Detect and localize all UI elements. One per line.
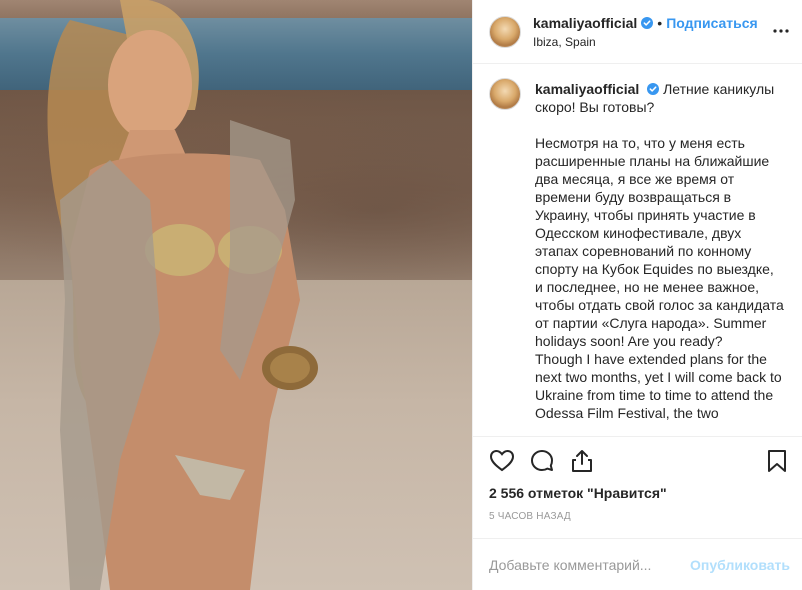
comment-bubble-icon[interactable] (529, 448, 555, 474)
more-options-icon[interactable] (772, 22, 790, 40)
post-photo[interactable] (0, 0, 472, 590)
author-username[interactable]: kamaliyaofficial (533, 14, 637, 32)
action-bar (473, 436, 802, 484)
instagram-post: kamaliyaofficial • Подписаться Ibiza, Sp… (0, 0, 802, 590)
verified-badge-icon (647, 83, 660, 95)
post-caption: kamaliyaofficial Летние каникулы скоро! … (535, 80, 785, 422)
author-avatar[interactable] (489, 15, 521, 48)
header-text: kamaliyaofficial • Подписаться Ibiza, Sp… (533, 14, 758, 50)
caption-author-avatar[interactable] (489, 78, 521, 110)
comment-form: Опубликовать (473, 538, 802, 590)
caption-first-line: kamaliyaofficial Летние каникулы скоро! … (535, 80, 785, 116)
heart-icon[interactable] (489, 448, 515, 474)
separator-dot: • (657, 14, 663, 31)
comments-area[interactable]: kamaliyaofficial Летние каникулы скоро! … (473, 64, 802, 436)
likes-count[interactable]: 2 556 отметок "Нравится" (473, 484, 802, 508)
post-timestamp[interactable]: 5 часов назад (473, 508, 802, 538)
share-icon[interactable] (569, 448, 595, 474)
post-side-panel: kamaliyaofficial • Подписаться Ibiza, Sp… (472, 0, 802, 590)
caption-row: kamaliyaofficial Летние каникулы скоро! … (489, 78, 786, 422)
post-location[interactable]: Ibiza, Spain (533, 34, 758, 50)
caption-text-en: Though I have extended plans for the nex… (535, 351, 782, 421)
caption-text-ru: Несмотря на то, что у меня есть расширен… (535, 135, 784, 349)
header-top-row: kamaliyaofficial • Подписаться (533, 14, 758, 32)
caption-gap (535, 116, 785, 134)
caption-username[interactable]: kamaliyaofficial (535, 81, 639, 97)
verified-badge-icon (641, 16, 654, 29)
publish-button[interactable]: Опубликовать (690, 557, 790, 573)
bookmark-icon[interactable] (764, 448, 790, 474)
photo-figure (47, 0, 318, 590)
follow-button[interactable]: Подписаться (666, 14, 758, 32)
comment-input[interactable] (489, 556, 689, 573)
post-header: kamaliyaofficial • Подписаться Ibiza, Sp… (473, 0, 802, 64)
